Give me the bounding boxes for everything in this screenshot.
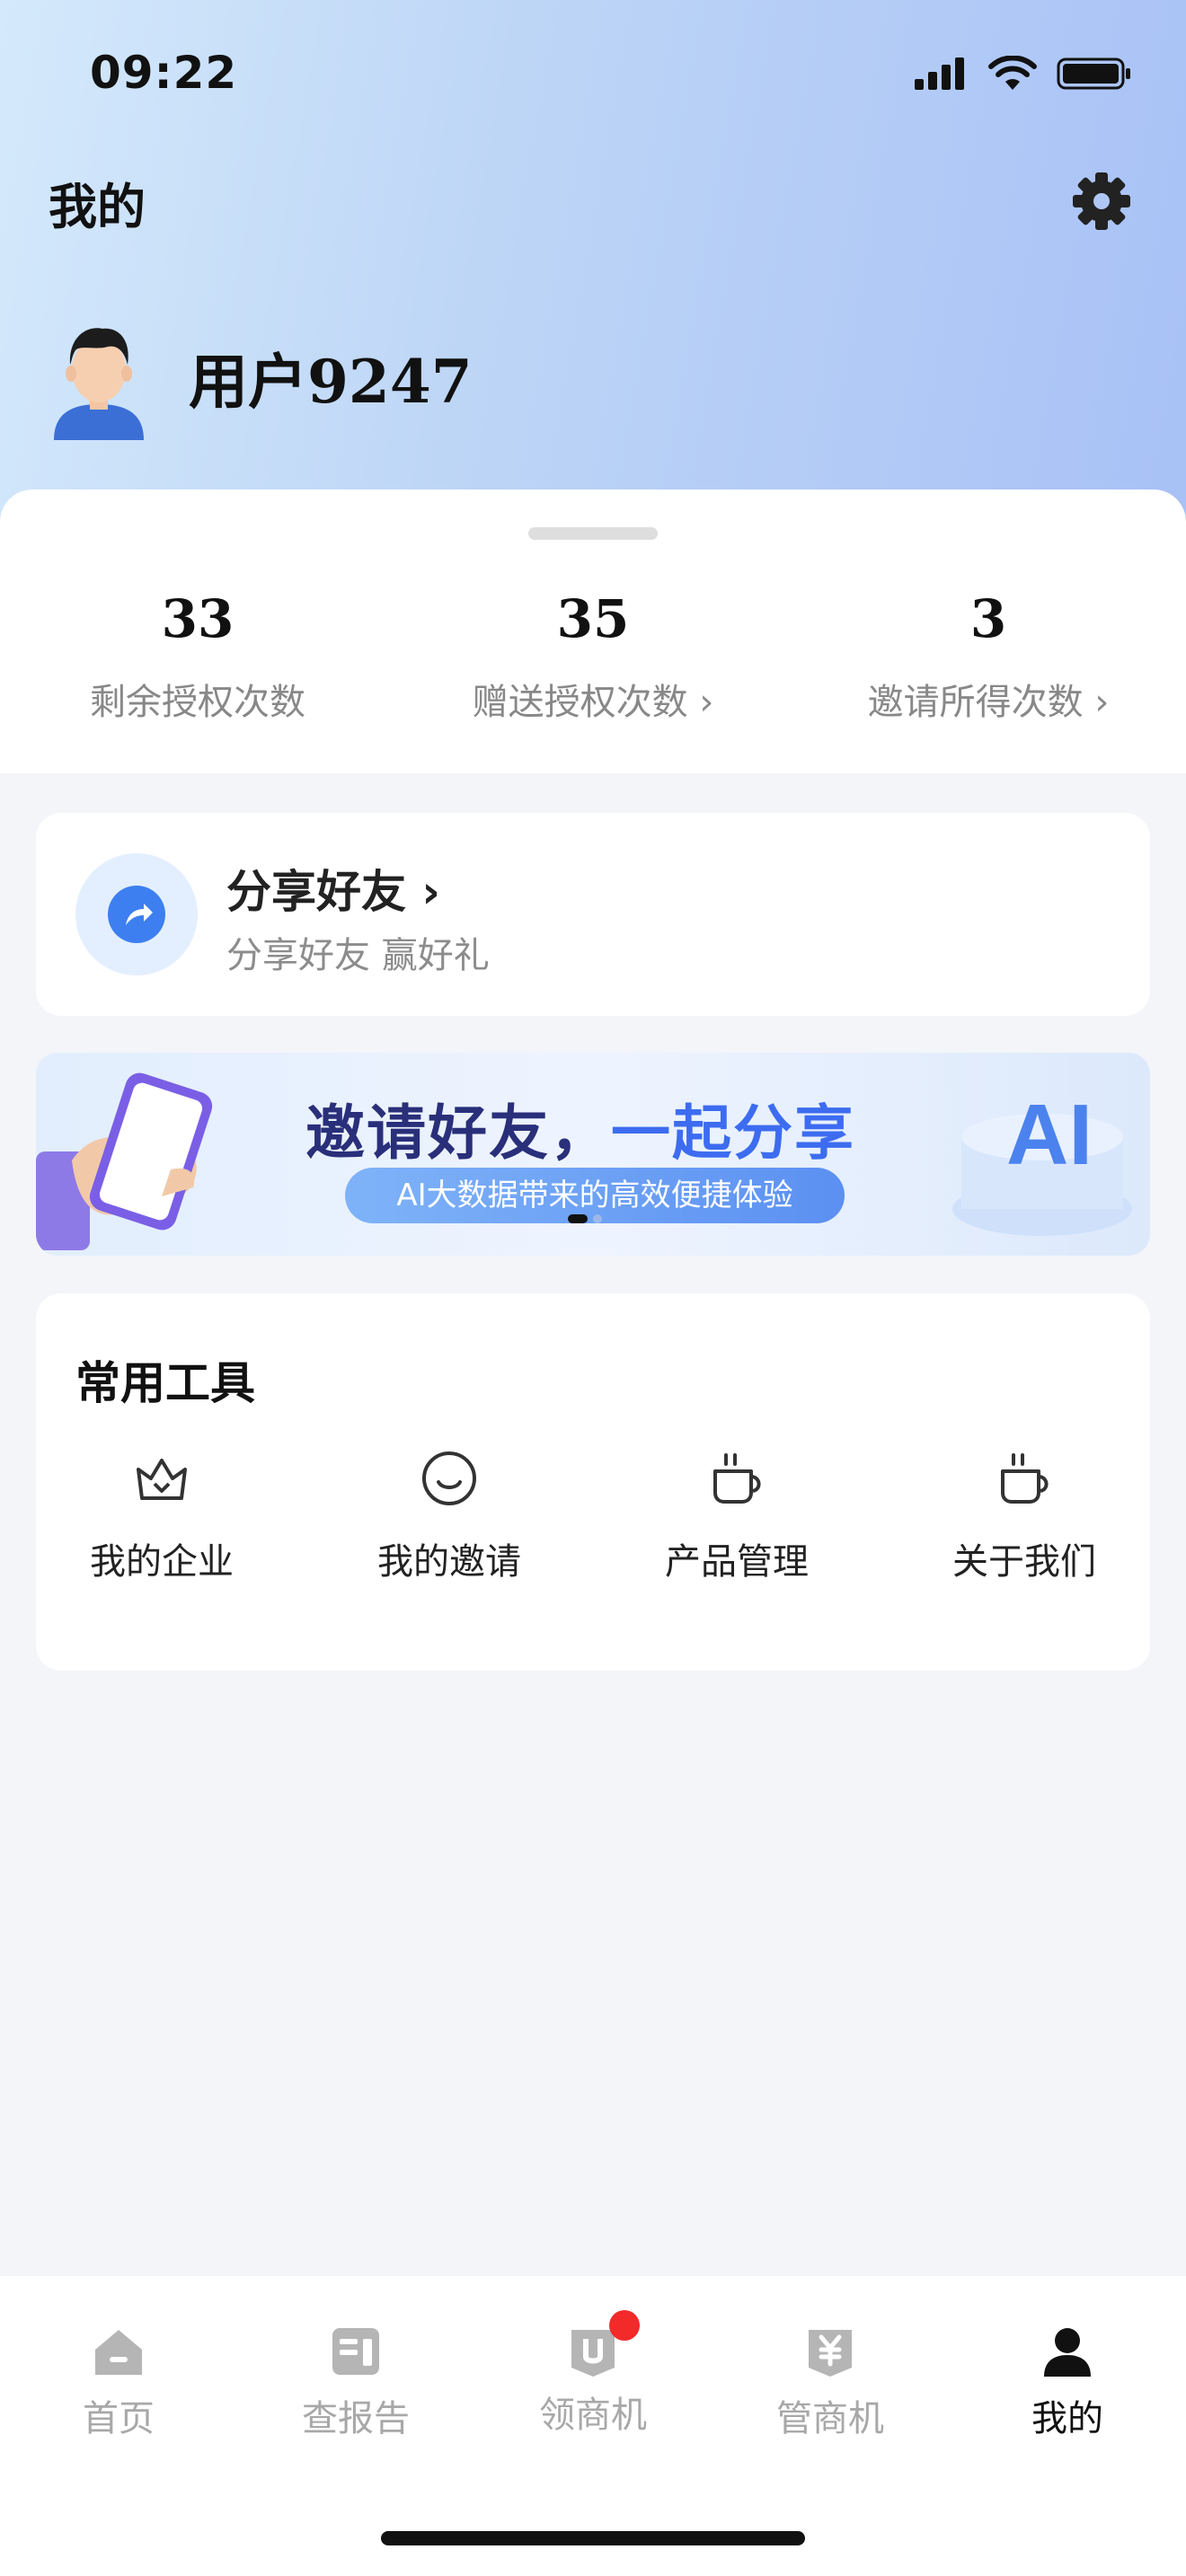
page-title: 我的 [49,179,146,235]
tool-label: 我的邀请 [377,1541,521,1583]
tab-reports[interactable]: 查报告 [237,2323,474,2441]
report-icon [332,2328,379,2375]
hand-phone-illustration [36,1072,213,1250]
tools-title: 常用工具 [75,1357,255,1409]
share-subtitle: 分享好友 赢好礼 [226,935,490,976]
banner-title-main: 邀请好友， [305,1098,611,1168]
tab-label: 管商机 [776,2398,884,2439]
stat-value: 3 [969,588,1007,649]
share-friends-card[interactable]: 分享好友 › 分享好友 赢好礼 [36,813,1150,1016]
tab-label: 领商机 [539,2395,647,2436]
status-icons [915,54,1132,93]
home-icon [95,2330,142,2375]
tab-label: 我的 [1031,2398,1103,2439]
ai-badge-text: AI [1006,1087,1093,1183]
tab-manage-opportunities[interactable]: 管商机 [712,2323,949,2441]
stats-card: 33 剩余授权次数 35 赠送授权次数 › 3 邀请所得次数 › [0,490,1186,773]
carousel-dot-active [568,1214,588,1223]
tool-label: 产品管理 [665,1541,809,1583]
notification-badge [609,2310,640,2341]
home-indicator [381,2531,805,2545]
carousel-dots [568,1214,602,1223]
tab-label: 查报告 [302,2398,410,2439]
tool-label: 我的企业 [90,1541,234,1583]
settings-gear-icon[interactable] [1071,171,1132,232]
stat-label: 剩余授权次数 [90,682,305,723]
stat-label: 赠送授权次数 › [472,682,714,723]
signal-icon [915,57,964,90]
tab-home[interactable]: 首页 [0,2323,237,2441]
invite-banner[interactable]: 邀请好友，一起分享 AI大数据带来的高效便捷体验 AI [36,1053,1150,1256]
battery-icon [1057,57,1130,90]
carousel-dot [593,1214,602,1223]
share-icon [108,886,165,943]
ai-cube-illustration: AI [952,1087,1132,1236]
stat-gifted-authorizations[interactable]: 35 赠送授权次数 › [395,588,791,725]
tab-me[interactable]: 我的 [949,2323,1186,2441]
tool-about-us[interactable]: 关于我们 [916,1446,1132,1584]
share-title: 分享好友 › [226,866,441,918]
banner-title-highlight: 一起分享 [611,1098,855,1168]
cup-icon [1001,1453,1049,1504]
stat-invitation-rewards[interactable]: 3 邀请所得次数 › [791,588,1186,725]
smile-icon [422,1451,476,1505]
crown-icon [137,1459,187,1500]
stat-value: 35 [556,588,630,649]
tab-label: 首页 [83,2398,155,2439]
banner-title: 邀请好友，一起分享 [305,1085,855,1171]
stat-value: 33 [161,588,235,649]
common-tools-card: 常用工具 我的企业 我的邀请 产品管理 关于我们 [36,1293,1150,1671]
person-icon [1044,2328,1091,2377]
username: 用户9247 [189,347,473,417]
wifi-icon [988,56,1037,90]
tool-my-enterprise[interactable]: 我的企业 [54,1446,270,1584]
stat-remaining-authorizations: 33 剩余授权次数 [0,588,395,725]
tool-label: 关于我们 [952,1541,1096,1583]
stat-label: 邀请所得次数 › [867,682,1110,723]
tool-product-management[interactable]: 产品管理 [629,1446,845,1584]
tool-my-invitations[interactable]: 我的邀请 [341,1446,557,1584]
cup-icon [713,1453,761,1504]
manage-icon [809,2330,852,2377]
status-time: 09:22 [90,47,238,99]
share-icon-container [75,853,198,975]
drag-handle[interactable] [528,527,658,540]
opportunity-icon-wrapper [564,2310,640,2380]
avatar[interactable] [45,314,153,440]
tab-get-opportunities[interactable]: 领商机 [474,2310,712,2438]
